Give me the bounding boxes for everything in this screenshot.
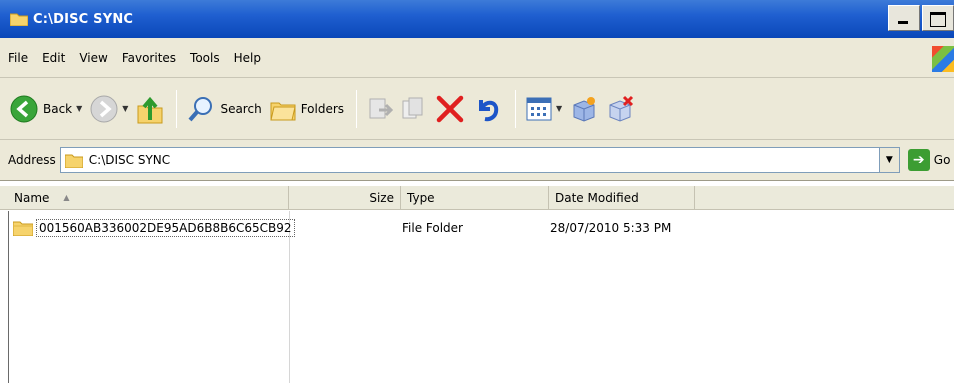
file-name-cell: 001560AB336002DE95AD6B8B6C65CB92 bbox=[13, 215, 295, 241]
address-dropdown-icon[interactable]: ▼ bbox=[878, 148, 899, 172]
back-dropdown-icon[interactable]: ▼ bbox=[76, 104, 82, 113]
menu-help[interactable]: Help bbox=[234, 51, 261, 65]
new-cube-icon bbox=[573, 96, 596, 122]
address-label: Address bbox=[8, 153, 56, 167]
folders-label: Folders bbox=[300, 101, 345, 116]
column-name[interactable]: Name ▲ bbox=[8, 186, 289, 209]
undo-button[interactable] bbox=[473, 94, 503, 124]
search-icon bbox=[188, 96, 213, 121]
go-label: Go bbox=[933, 153, 951, 167]
back-button[interactable]: Back ▼ bbox=[10, 95, 82, 123]
toolbar-separator bbox=[356, 89, 358, 128]
minimize-button[interactable] bbox=[888, 5, 920, 31]
folder-icon bbox=[64, 154, 83, 168]
folder-icon bbox=[10, 13, 28, 26]
forward-dropdown-icon[interactable]: ▼ bbox=[122, 104, 128, 113]
file-type: File Folder bbox=[402, 221, 463, 235]
toolbar-separator bbox=[176, 89, 178, 128]
toolbar-separator bbox=[515, 89, 517, 128]
up-folder-icon bbox=[137, 96, 163, 123]
file-date-cell: 28/07/2010 5:33 PM bbox=[550, 215, 671, 241]
title-bar: C:\DISC SYNC bbox=[0, 0, 954, 38]
file-name: 001560AB336002DE95AD6B8B6C65CB92 bbox=[36, 219, 295, 237]
column-type-label: Type bbox=[407, 190, 435, 205]
up-folder-button[interactable] bbox=[136, 94, 164, 124]
back-arrow-icon bbox=[10, 95, 38, 122]
file-date: 28/07/2010 5:33 PM bbox=[550, 221, 672, 235]
column-name-label: Name bbox=[14, 190, 50, 205]
new-item-button[interactable] bbox=[570, 95, 598, 123]
search-button[interactable]: Search bbox=[187, 95, 262, 123]
address-field[interactable]: C:\DISC SYNC ▼ bbox=[59, 147, 900, 173]
copy-to-icon bbox=[402, 97, 423, 118]
window-title: C:\DISC SYNC bbox=[33, 11, 134, 27]
address-bar: Address C:\DISC SYNC ▼ ➔ Go bbox=[0, 140, 954, 181]
table-row[interactable]: 001560AB336002DE95AD6B8B6C65CB92 File Fo… bbox=[9, 215, 949, 241]
menu-favorites[interactable]: Favorites bbox=[122, 51, 176, 65]
toolbar: Back ▼ ▼ Search Folders ▼ bbox=[0, 78, 954, 140]
column-size[interactable]: Size bbox=[289, 186, 401, 209]
menu-view[interactable]: View bbox=[79, 51, 107, 65]
delete-button[interactable] bbox=[435, 94, 465, 124]
file-type-cell: File Folder bbox=[402, 215, 463, 241]
copy-to-button[interactable] bbox=[401, 96, 427, 122]
delete-cube-icon bbox=[609, 95, 634, 122]
menu-file[interactable]: File bbox=[8, 51, 28, 65]
address-value: C:\DISC SYNC bbox=[88, 153, 171, 167]
column-size-label: Size bbox=[369, 190, 394, 205]
column-date-modified[interactable]: Date Modified bbox=[549, 186, 695, 209]
move-to-button[interactable] bbox=[367, 96, 394, 122]
menu-bar: File Edit View Favorites Tools Help bbox=[0, 38, 954, 78]
undo-icon bbox=[479, 99, 499, 121]
back-label: Back bbox=[43, 101, 73, 116]
search-label: Search bbox=[220, 101, 262, 116]
column-type[interactable]: Type bbox=[401, 186, 549, 209]
move-to-icon bbox=[369, 98, 394, 118]
menu-edit[interactable]: Edit bbox=[42, 51, 65, 65]
go-button[interactable]: ➔ Go bbox=[907, 149, 951, 171]
remove-item-button[interactable] bbox=[606, 95, 634, 123]
views-icon bbox=[526, 97, 552, 120]
folder-icon bbox=[13, 221, 33, 236]
go-arrow-icon: ➔ bbox=[907, 149, 930, 171]
folders-icon bbox=[270, 102, 296, 120]
maximize-button[interactable] bbox=[922, 5, 954, 31]
forward-button[interactable]: ▼ bbox=[90, 95, 128, 123]
forward-arrow-icon bbox=[90, 95, 118, 122]
windows-logo-icon bbox=[932, 46, 954, 72]
column-header: Name ▲ Size Type Date Modified bbox=[0, 186, 954, 210]
file-list: 001560AB336002DE95AD6B8B6C65CB92 File Fo… bbox=[8, 211, 954, 383]
delete-x-icon bbox=[436, 95, 464, 122]
views-button[interactable]: ▼ bbox=[526, 97, 562, 121]
column-date-label: Date Modified bbox=[555, 190, 639, 205]
menu-tools[interactable]: Tools bbox=[190, 51, 220, 65]
views-dropdown-icon[interactable]: ▼ bbox=[556, 104, 562, 113]
sort-ascending-icon: ▲ bbox=[63, 193, 70, 202]
folders-button[interactable]: Folders bbox=[270, 97, 344, 121]
